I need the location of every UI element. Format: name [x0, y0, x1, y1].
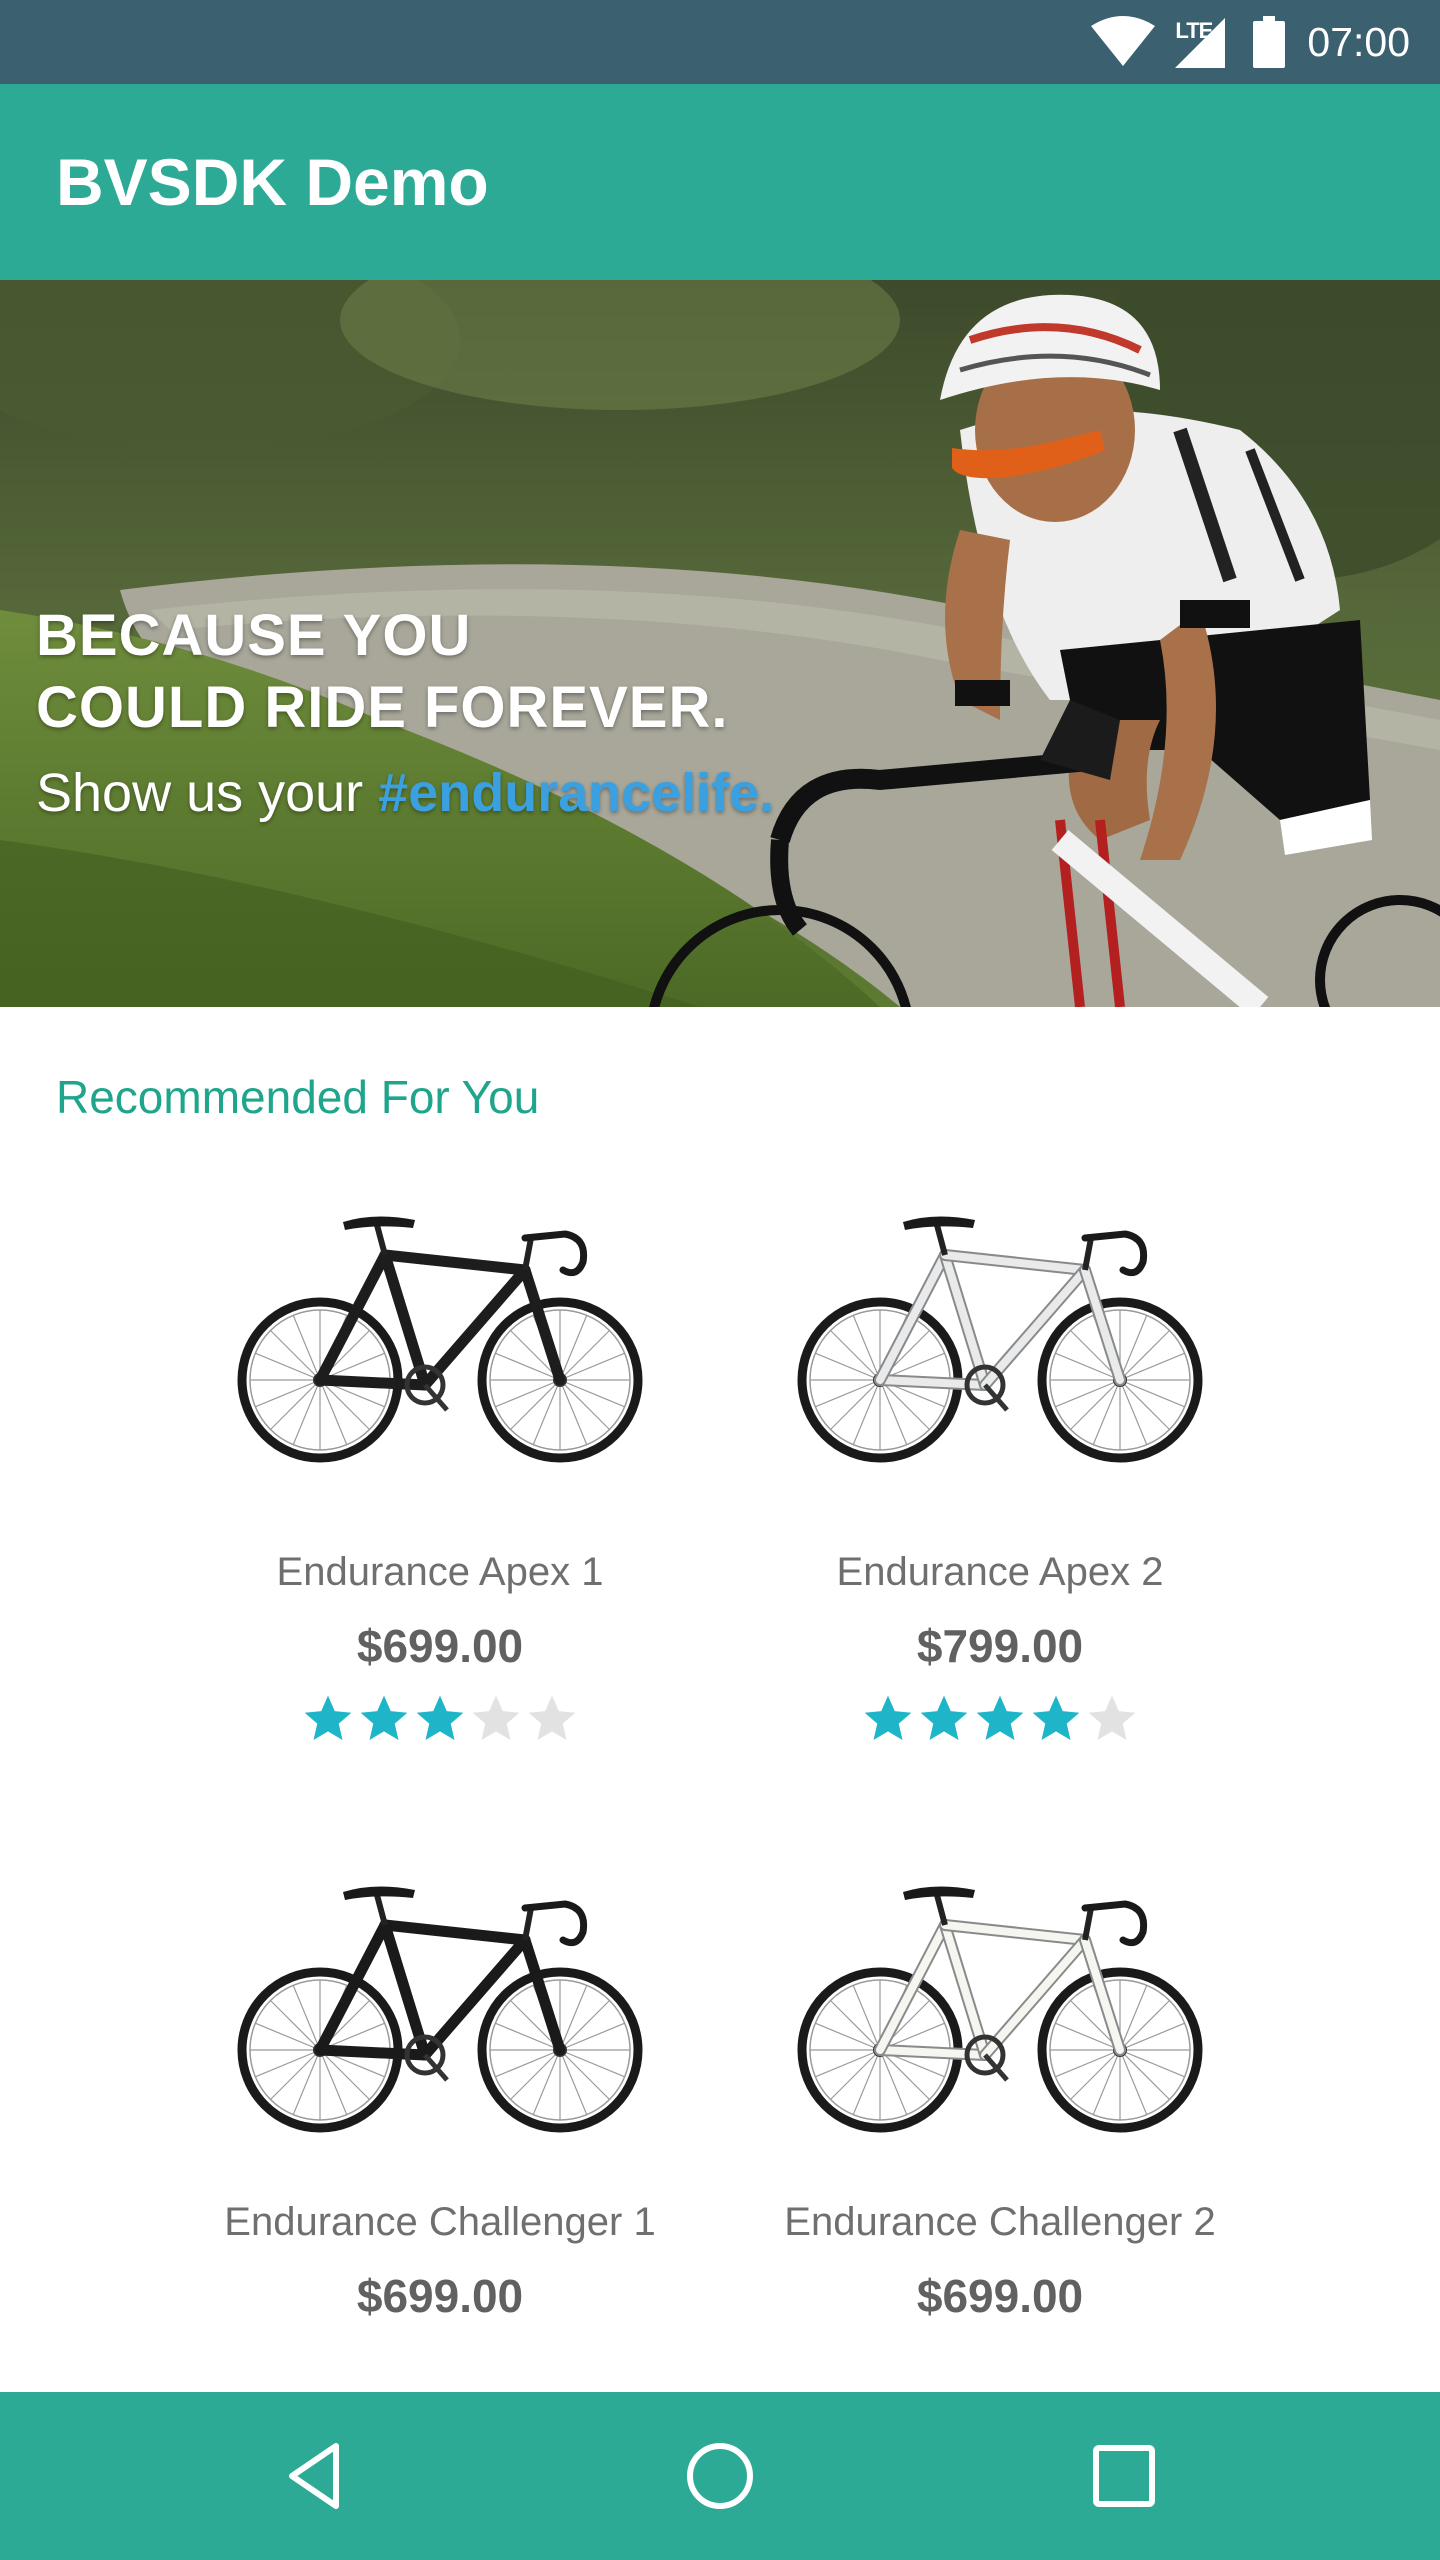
rating-stars [720, 1691, 1280, 1747]
product-name: Endurance Challenger 2 [784, 2200, 1216, 2244]
product-card-4[interactable]: Endurance Challenger 2 $699.00 [720, 1870, 1280, 2323]
navigation-bar [0, 2392, 1440, 2560]
hero-banner[interactable]: BECAUSE YOU COULD RIDE FOREVER. Show us … [0, 280, 1440, 1007]
status-icons: LTE 07:00 [1089, 0, 1410, 84]
hero-hashtag: #endurancelife. [378, 763, 775, 823]
section-title: Recommended For You [56, 1071, 540, 1123]
battery-icon [1253, 16, 1286, 68]
star-empty-icon [1088, 1695, 1136, 1740]
bike-image [797, 1216, 1203, 1463]
app-title: BVSDK Demo [56, 145, 489, 219]
hero-tagline: Show us your #endurancelife. [36, 762, 774, 824]
star-filled-icon [1032, 1695, 1080, 1740]
status-bar: LTE 07:00 [0, 0, 1440, 84]
bike-image [797, 1886, 1203, 2133]
star-filled-icon [360, 1695, 408, 1740]
star-filled-icon [920, 1695, 968, 1740]
star-filled-icon [976, 1695, 1024, 1740]
hero-headline-line-1: BECAUSE YOU [36, 603, 472, 668]
star-filled-icon [416, 1695, 464, 1740]
product-card-3[interactable]: Endurance Challenger 1 $699.00 [160, 1870, 720, 2323]
bike-image [237, 1216, 643, 1463]
hero-headline-line-2: COULD RIDE FOREVER. [36, 675, 729, 740]
product-name: Endurance Apex 2 [836, 1550, 1164, 1594]
product-name: Endurance Apex 1 [276, 1550, 604, 1594]
product-price: $699.00 [916, 2270, 1084, 2322]
product-card-2[interactable]: Endurance Apex 2 $799.00 [720, 1200, 1280, 1747]
home-icon[interactable] [678, 2434, 762, 2518]
wifi-icon [1091, 16, 1156, 66]
hero-tagline-prefix: Show us your [36, 763, 379, 823]
product-price: $699.00 [356, 2270, 524, 2322]
product-price: $699.00 [356, 1620, 524, 1672]
star-filled-icon [864, 1695, 912, 1740]
star-empty-icon [528, 1695, 576, 1740]
status-time: 07:00 [1307, 18, 1410, 65]
product-price: $799.00 [916, 1620, 1084, 1672]
rating-stars [160, 1691, 720, 1747]
network-type-label: LTE [1175, 18, 1213, 43]
recents-icon[interactable] [1082, 2434, 1166, 2518]
app-bar: BVSDK Demo [0, 84, 1440, 280]
product-card-1[interactable]: Endurance Apex 1 $699.00 [160, 1200, 720, 1747]
back-icon[interactable] [274, 2434, 358, 2518]
star-filled-icon [304, 1695, 352, 1740]
bike-image [237, 1886, 643, 2133]
star-empty-icon [472, 1695, 520, 1740]
product-name: Endurance Challenger 1 [224, 2200, 656, 2244]
cell-signal-icon: LTE [1171, 14, 1227, 70]
